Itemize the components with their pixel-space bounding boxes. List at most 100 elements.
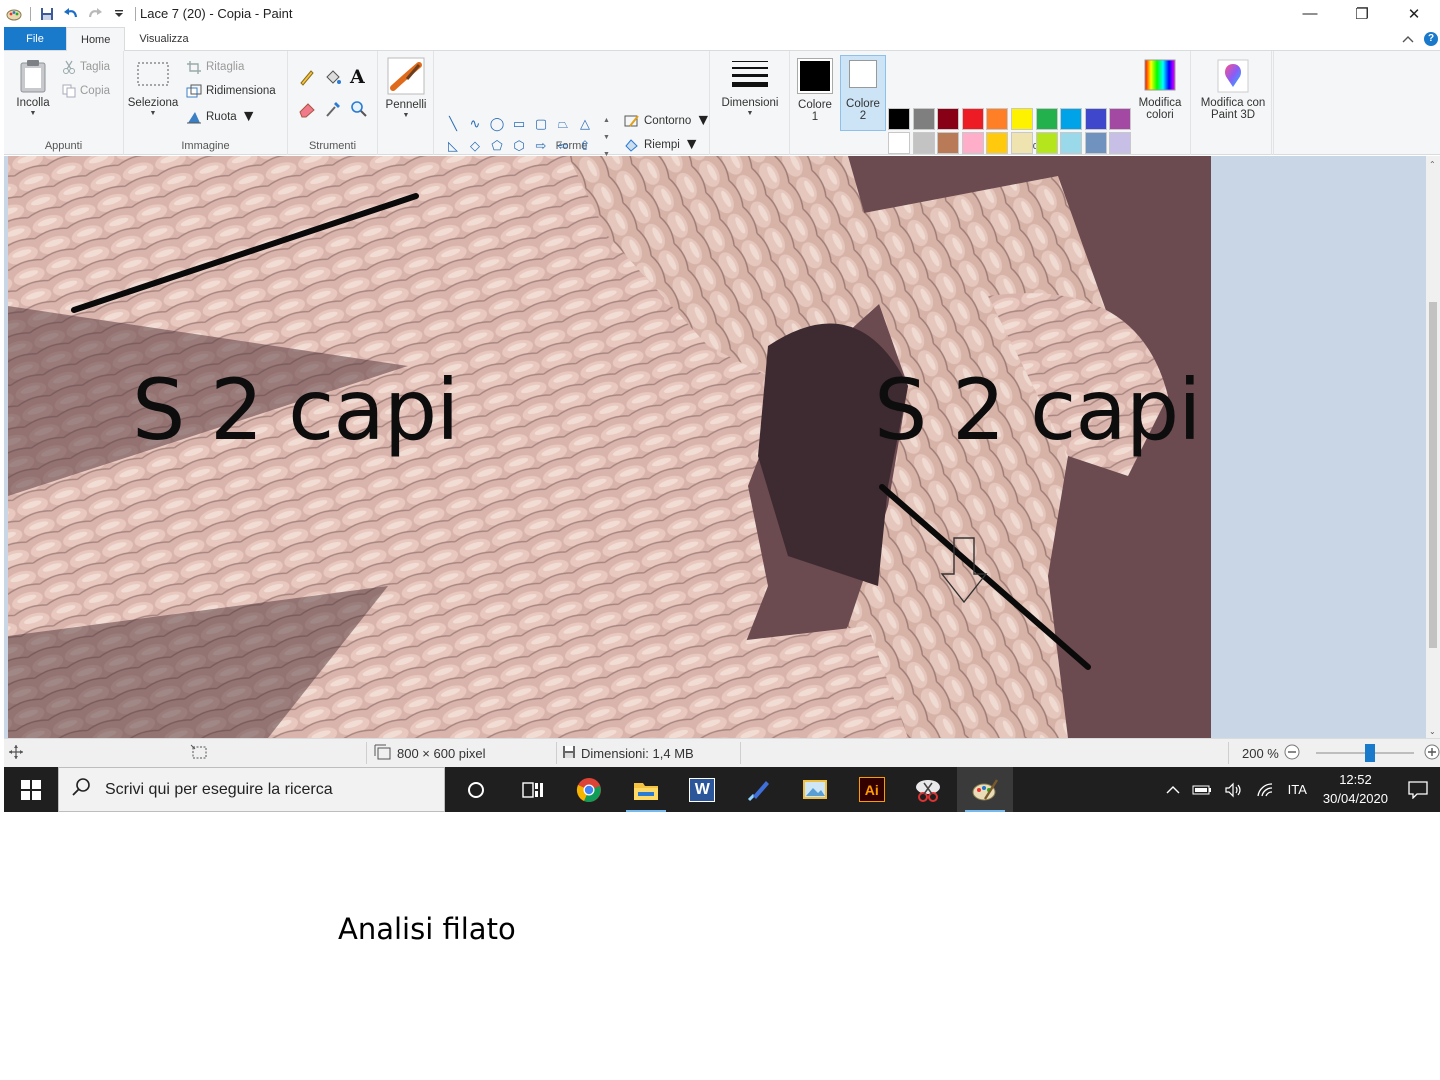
rectangle-shape-icon[interactable]: ▭ xyxy=(508,113,530,135)
customize-qat-chevron-icon[interactable] xyxy=(111,6,127,22)
color1-button[interactable]: Colore 1 xyxy=(794,58,836,123)
palette-swatch-r2-2[interactable] xyxy=(912,132,935,154)
help-icon[interactable]: ? xyxy=(1424,31,1438,46)
size-button[interactable]: Dimensioni ▼ xyxy=(714,59,786,117)
palette-swatch-r2-3[interactable] xyxy=(937,132,960,154)
photo-viewer-taskbar-button[interactable] xyxy=(787,767,844,812)
undo-icon[interactable] xyxy=(63,6,79,22)
palette-swatch-r2-6[interactable] xyxy=(1010,132,1033,154)
palette-swatch-r1-4[interactable] xyxy=(961,108,984,130)
rotate-button[interactable]: Ruota ▼ xyxy=(186,108,257,126)
snipping-tool-icon xyxy=(916,779,941,802)
taskbar-clock[interactable]: 12:52 30/04/2020 xyxy=(1323,771,1388,809)
wifi-icon[interactable] xyxy=(1256,782,1276,798)
illustrator-taskbar-button[interactable]: Ai xyxy=(844,767,901,812)
hexagon-shape-icon[interactable]: ⬡ xyxy=(508,135,530,157)
palette-swatch-r1-6[interactable] xyxy=(1010,108,1033,130)
zoom-in-icon[interactable] xyxy=(1424,744,1440,763)
triangle-shape-icon[interactable]: △ xyxy=(574,113,596,135)
vertical-scrollbar[interactable]: ⌃ ⌄ xyxy=(1426,156,1440,738)
magnifier-icon[interactable] xyxy=(350,100,368,123)
palette-swatch-r2-8[interactable] xyxy=(1060,132,1083,154)
group-paint3d: Modifica con Paint 3D xyxy=(1190,51,1274,155)
palette-swatch-r2-5[interactable] xyxy=(986,132,1009,154)
text-tool-icon[interactable]: A xyxy=(350,66,365,88)
edit-paint3d-button[interactable]: Modifica con Paint 3D xyxy=(1195,59,1271,121)
show-hidden-icons-chevron-icon[interactable] xyxy=(1166,785,1180,795)
curve-shape-icon[interactable]: ∿ xyxy=(464,113,486,135)
palette-swatch-r2-7[interactable] xyxy=(1035,132,1058,154)
brushes-button[interactable]: Pennelli ▼ xyxy=(382,57,430,119)
start-button[interactable] xyxy=(4,767,58,812)
battery-icon[interactable] xyxy=(1192,784,1212,796)
file-explorer-taskbar-button[interactable] xyxy=(618,767,675,812)
scroll-up-icon[interactable]: ⌃ xyxy=(1429,160,1436,169)
cortana-button[interactable] xyxy=(448,767,505,812)
up-arrow-shape-icon[interactable]: ⇧ xyxy=(574,135,596,157)
palette-swatch-r1-8[interactable] xyxy=(1060,108,1083,130)
minimize-button[interactable]: — xyxy=(1284,0,1336,27)
pentagon-shape-icon[interactable]: ⬠ xyxy=(486,135,508,157)
yarn-photo-canvas[interactable]: S 2 capi S 2 capi xyxy=(8,156,1211,738)
right-arrow-shape-icon[interactable]: ⇨ xyxy=(530,135,552,157)
collapse-ribbon-chevron-icon[interactable] xyxy=(1402,30,1414,48)
color-picker-icon[interactable] xyxy=(324,100,342,123)
palette-swatch-r1-5[interactable] xyxy=(986,108,1009,130)
restore-button[interactable]: ❐ xyxy=(1336,0,1388,27)
outline-button[interactable]: Contorno ▼ xyxy=(624,112,711,130)
right-triangle-shape-icon[interactable]: ◺ xyxy=(442,135,464,157)
palette-swatch-r2-1[interactable] xyxy=(888,132,910,154)
left-arrow-shape-icon[interactable]: ⇦ xyxy=(552,135,574,157)
color2-button[interactable]: Colore 2 xyxy=(840,55,886,131)
snipping-tool-taskbar-button[interactable] xyxy=(900,767,957,812)
copy-button[interactable]: Copia xyxy=(62,84,110,98)
zoom-slider-thumb[interactable] xyxy=(1365,744,1375,762)
tab-home[interactable]: Home xyxy=(66,27,126,51)
palette-swatch-r1-10[interactable] xyxy=(1109,108,1132,130)
palette-swatch-r1-9[interactable] xyxy=(1084,108,1107,130)
polygon-shape-icon[interactable]: ⏢ xyxy=(552,113,574,135)
pencil-icon[interactable] xyxy=(298,68,316,91)
tab-view[interactable]: Visualizza xyxy=(125,27,202,50)
tab-file[interactable]: File xyxy=(4,27,66,50)
close-button[interactable]: ✕ xyxy=(1388,0,1440,27)
volume-icon[interactable] xyxy=(1224,782,1244,798)
palette-swatch-r1-7[interactable] xyxy=(1035,108,1058,130)
input-language-indicator[interactable]: ITA xyxy=(1288,782,1307,797)
rounded-rectangle-shape-icon[interactable]: ▢ xyxy=(530,113,552,135)
resize-button[interactable]: Ridimensiona xyxy=(186,84,276,98)
palette-swatch-r2-10[interactable] xyxy=(1109,132,1132,154)
qat-separator xyxy=(135,6,136,21)
pen-app-taskbar-button[interactable] xyxy=(731,767,788,812)
taskbar-search-box[interactable]: Scrivi qui per eseguire la ricerca xyxy=(58,767,445,812)
fill-bucket-icon[interactable] xyxy=(324,68,342,91)
line-shape-icon[interactable]: ╲ xyxy=(442,113,464,135)
task-view-button[interactable] xyxy=(505,767,562,812)
palette-swatch-r1-1[interactable] xyxy=(888,108,910,130)
eraser-icon[interactable] xyxy=(298,100,316,123)
notifications-icon[interactable] xyxy=(1408,780,1428,799)
fill-button[interactable]: Riempi ▼ xyxy=(624,136,700,154)
redo-icon[interactable] xyxy=(87,6,103,22)
paint-taskbar-button[interactable] xyxy=(956,767,1013,812)
chrome-taskbar-button[interactable] xyxy=(561,767,618,812)
scroll-down-icon[interactable]: ⌄ xyxy=(1429,727,1436,736)
palette-swatch-r2-9[interactable] xyxy=(1084,132,1107,154)
zoom-out-icon[interactable] xyxy=(1284,744,1300,763)
crop-button[interactable]: Ritaglia xyxy=(186,60,244,74)
windows-logo-icon xyxy=(21,779,41,800)
word-taskbar-button[interactable]: W xyxy=(674,767,731,812)
save-icon[interactable] xyxy=(39,6,55,22)
edit-colors-button[interactable]: Modifica colori xyxy=(1134,59,1186,121)
diamond-shape-icon[interactable]: ◇ xyxy=(464,135,486,157)
cut-button[interactable]: Taglia xyxy=(62,60,110,74)
shapes-scroll-arrows-icon[interactable]: ▲ ▼ ▼ xyxy=(603,117,610,159)
palette-swatch-r2-4[interactable] xyxy=(961,132,984,154)
select-button[interactable]: Seleziona ▼ xyxy=(128,59,178,117)
palette-swatch-r1-2[interactable] xyxy=(912,108,935,130)
paste-button[interactable]: Incolla ▼ xyxy=(12,59,54,117)
scrollbar-thumb[interactable] xyxy=(1429,302,1437,648)
palette-swatch-r1-3[interactable] xyxy=(937,108,960,130)
selection-size-icon xyxy=(190,744,208,763)
oval-shape-icon[interactable]: ◯ xyxy=(486,113,508,135)
